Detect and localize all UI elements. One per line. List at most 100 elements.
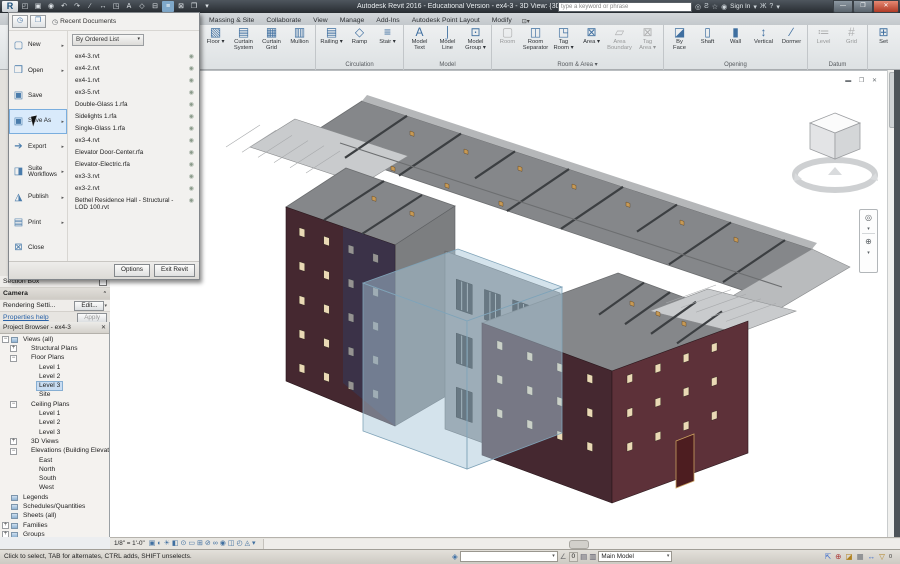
hide-analytical-model-icon[interactable]: ◬ bbox=[245, 539, 250, 548]
vertical-opening-button[interactable]: ↕Vertical bbox=[750, 26, 777, 45]
set-work-plane-button[interactable]: ⊞Set bbox=[870, 26, 897, 45]
recent-document-row[interactable]: ex3-5.rvt◉ bbox=[72, 86, 197, 98]
help-dropdown-icon[interactable]: ▾ bbox=[776, 3, 780, 11]
search-icon[interactable]: ◎ bbox=[695, 3, 701, 11]
pin-icon[interactable]: ◉ bbox=[189, 197, 194, 204]
save-icon[interactable]: ▣ bbox=[32, 1, 44, 12]
design-options-select[interactable]: Main Model▾ bbox=[598, 551, 672, 562]
zoom-more-icon[interactable]: ▾ bbox=[867, 250, 870, 257]
reveal-hidden-icon[interactable]: ◉ bbox=[220, 539, 226, 548]
detail-level-icon[interactable]: ▣ bbox=[149, 539, 156, 548]
switch-windows-icon[interactable]: ❐ bbox=[188, 1, 200, 12]
drawing-area[interactable]: ▬ ❐ ✕ ◎ ▾ ⊕ ▾ bbox=[110, 70, 894, 537]
ribbon-tab-modify[interactable]: Modify bbox=[486, 16, 518, 25]
wall-opening-button[interactable]: ▮Wall bbox=[722, 26, 749, 45]
customize-qat-icon[interactable]: ▾ bbox=[201, 1, 213, 12]
model-group-button[interactable]: ⊡Model Group ▾ bbox=[462, 26, 489, 51]
recent-sort-select[interactable]: By Ordered List▾ bbox=[72, 34, 144, 46]
close-hidden-windows-icon[interactable]: ⊠ bbox=[175, 1, 187, 12]
expand-minus-icon[interactable]: − bbox=[2, 336, 9, 343]
recent-document-row[interactable]: ex3-4.rvt◉ bbox=[72, 134, 197, 146]
ribbon-tab-view[interactable]: View bbox=[307, 16, 334, 25]
tree-item-schedules-quantities[interactable]: Schedules/Quantities bbox=[0, 502, 109, 511]
tree-item-sheets-all[interactable]: Sheets (all) bbox=[0, 512, 109, 521]
steering-wheel-icon[interactable]: ◎ bbox=[865, 210, 872, 226]
stair-button[interactable]: ≡Stair ▾ bbox=[374, 26, 401, 45]
expand-plus-icon[interactable]: + bbox=[10, 438, 17, 445]
worksharing-display-icon[interactable]: ◫ bbox=[228, 539, 235, 548]
exchange-apps-icon[interactable]: Ж bbox=[760, 3, 766, 10]
active-workset-select[interactable]: ▾ bbox=[460, 551, 558, 562]
tree-item-3d-views[interactable]: +3D Views bbox=[0, 437, 109, 446]
entry-door[interactable] bbox=[676, 434, 694, 488]
crop-view-icon[interactable]: ▭ bbox=[188, 539, 195, 548]
pin-icon[interactable]: ◉ bbox=[189, 101, 194, 108]
open-documents-toggle-icon[interactable]: ❐ bbox=[30, 15, 46, 28]
ribbon-tab-add-ins[interactable]: Add-Ins bbox=[370, 16, 405, 25]
select-underlay-icon[interactable]: ▦ bbox=[857, 552, 864, 561]
pin-icon[interactable]: ◉ bbox=[189, 137, 194, 144]
more-icon[interactable]: ▾ bbox=[104, 303, 107, 309]
pin-icon[interactable]: ◉ bbox=[189, 113, 194, 120]
visual-style-icon[interactable]: ◐ bbox=[157, 539, 161, 548]
tree-item-floor-plans[interactable]: −Floor Plans bbox=[0, 354, 109, 363]
viewcube[interactable] bbox=[790, 95, 882, 205]
temporary-view-properties-icon[interactable]: ◴ bbox=[236, 539, 242, 548]
pin-icon[interactable]: ◉ bbox=[189, 77, 194, 84]
close-icon[interactable]: ✕ bbox=[101, 324, 106, 331]
worksets-icon[interactable]: ◈ bbox=[452, 552, 458, 561]
recent-document-row[interactable]: Elevator-Electric.rfa◉ bbox=[72, 158, 197, 170]
recent-document-row[interactable]: Single-Glass 1.rfa◉ bbox=[72, 122, 197, 134]
ribbon-tab-collaborate[interactable]: Collaborate bbox=[260, 16, 307, 25]
thin-lines-icon[interactable]: ≡ bbox=[162, 1, 174, 12]
recent-document-row[interactable]: ex4-3.rvt◉ bbox=[72, 50, 197, 62]
revit-logo[interactable]: R bbox=[2, 1, 18, 12]
minimize-button[interactable]: — bbox=[833, 0, 853, 13]
sync-icon[interactable]: ◉ bbox=[45, 1, 57, 12]
subscription-center-icon[interactable]: Ƨ bbox=[704, 3, 709, 10]
tag-icon[interactable]: ◳ bbox=[110, 1, 122, 12]
tag-room-button[interactable]: ◳Tag Room ▾ bbox=[550, 26, 577, 51]
vertical-scrollbar[interactable] bbox=[887, 70, 894, 537]
opening-by-face-button[interactable]: ◪By Face bbox=[666, 26, 693, 51]
tree-item-west[interactable]: West bbox=[0, 484, 109, 493]
dormer-opening-button[interactable]: ∕Dormer bbox=[778, 26, 805, 45]
rendering-dialog-icon[interactable]: ⊙ bbox=[180, 539, 186, 548]
shadows-icon[interactable]: ◧ bbox=[172, 539, 179, 548]
ribbon-tab-massing-site[interactable]: Massing & Site bbox=[203, 16, 260, 25]
tree-item-level-3[interactable]: Level 3 bbox=[0, 428, 109, 437]
model-line-button[interactable]: ⌡Model Line bbox=[434, 26, 461, 51]
menu-item-open[interactable]: ❒Open▸ bbox=[9, 58, 67, 83]
room-button[interactable]: ▢Room bbox=[494, 26, 521, 45]
vcb-more-icon[interactable]: ▾ bbox=[252, 539, 256, 548]
building-3d-model[interactable] bbox=[110, 71, 894, 538]
tree-item-level-2[interactable]: Level 2 bbox=[0, 372, 109, 381]
apply-button[interactable]: Apply bbox=[77, 313, 107, 323]
pin-icon[interactable]: ◉ bbox=[189, 173, 194, 180]
tree-item-views-all[interactable]: −Views (all) bbox=[0, 335, 109, 344]
sign-in-label[interactable]: Sign In bbox=[730, 3, 750, 10]
signin-dropdown-icon[interactable]: ▾ bbox=[753, 3, 757, 11]
redo-icon[interactable]: ↷ bbox=[71, 1, 83, 12]
camera-group-header[interactable]: Camera ⌃ bbox=[0, 288, 110, 300]
expand-plus-icon[interactable]: + bbox=[10, 345, 17, 352]
menu-item-print[interactable]: ▤Print▸ bbox=[9, 210, 67, 235]
save-to-central-icon[interactable]: ▤ bbox=[580, 552, 587, 561]
show-crop-icon[interactable]: ⊞ bbox=[197, 539, 203, 548]
recent-document-row[interactable]: Elevator Door-Center.rfa◉ bbox=[72, 146, 197, 158]
view-scale-button[interactable]: 1/8" = 1'-0" bbox=[110, 540, 149, 547]
properties-help-link[interactable]: Properties help bbox=[3, 314, 49, 321]
close-button[interactable]: ✕ bbox=[873, 0, 899, 13]
room-separator-button[interactable]: ◫Room Separator bbox=[522, 26, 549, 51]
recent-document-row[interactable]: Bethel Residence Hall - Structural - LOD… bbox=[72, 194, 197, 213]
area-boundary-button[interactable]: ▱Area Boundary bbox=[606, 26, 633, 51]
railing-button[interactable]: ▤Railing ▾ bbox=[318, 26, 345, 45]
selection-filter-icon[interactable]: ▽ bbox=[879, 552, 885, 561]
menu-item-save[interactable]: ▣Save bbox=[9, 84, 67, 109]
expand-plus-icon[interactable]: + bbox=[2, 522, 9, 529]
menu-item-publish[interactable]: ◮Publish▸ bbox=[9, 185, 67, 210]
pin-icon[interactable]: ◉ bbox=[189, 149, 194, 156]
pin-icon[interactable]: ◉ bbox=[189, 89, 194, 96]
ribbon-tab-manage[interactable]: Manage bbox=[334, 16, 371, 25]
expand-minus-icon[interactable]: − bbox=[10, 448, 17, 455]
